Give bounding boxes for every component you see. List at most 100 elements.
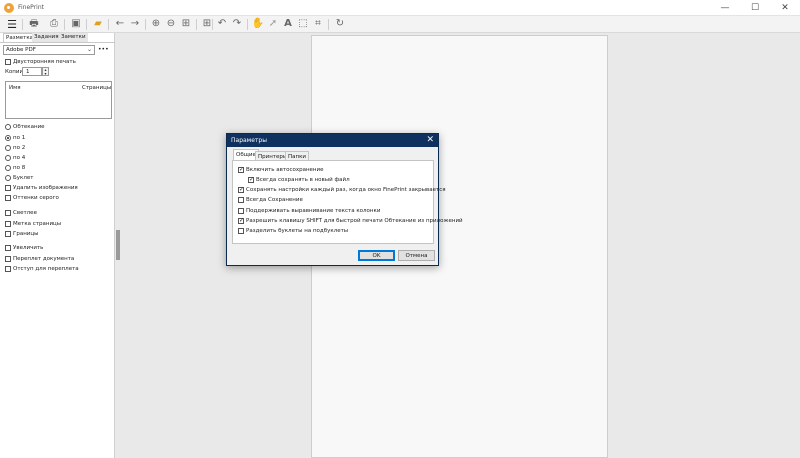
always-new-file-label: Всегда сохранять в новый файл: [256, 177, 350, 183]
toolbar-separator: [145, 19, 146, 30]
print-preview-icon[interactable]: ⎙: [47, 17, 61, 31]
column-alignment-label: Поддерживать выравнивание текста колонки: [246, 208, 381, 214]
crop-icon[interactable]: ⌗: [311, 17, 325, 31]
toolbar-separator: [196, 19, 197, 30]
close-window-button[interactable]: ✕: [770, 0, 800, 16]
always-new-file-checkbox[interactable]: [248, 176, 254, 183]
zoom-in-icon[interactable]: ⊕: [149, 17, 163, 31]
undo-icon[interactable]: ↶: [215, 17, 229, 31]
tab-jobs[interactable]: Задания: [32, 33, 61, 42]
split-booklets-label: Разделить буклеты на подбуклеты: [246, 228, 349, 234]
duplex-checkbox[interactable]: [5, 59, 11, 65]
fineprint-logo-icon: [4, 3, 14, 13]
layout-label-4up: по 4: [13, 155, 26, 161]
open-folder-icon[interactable]: ▰: [91, 17, 105, 31]
toolbar: ☰ 🖶 ⎙ ▣ ▰ ← → ⊕ ⊖ ⊞ ⊞ ↶ ↷ ✋ ➚ A ⬚ ⌗ ↻: [0, 16, 800, 33]
borders-label: Границы: [13, 231, 39, 237]
settings-panel: Разметка Задания Заметки Adobe PDF ⌄ •••…: [0, 33, 115, 458]
autosave-label: Включить автосохранение: [246, 167, 324, 173]
lighter-label: Светлее: [13, 210, 37, 216]
tab-notes[interactable]: Заметки: [59, 33, 88, 42]
layout-label-8up: по 8: [13, 165, 26, 171]
toolbar-separator: [328, 19, 329, 30]
redo-icon[interactable]: ↷: [230, 17, 244, 31]
jobs-list[interactable]: Имя Страницы: [5, 81, 112, 119]
toolbar-separator: [64, 19, 65, 30]
jobs-column-name: Имя: [9, 85, 21, 91]
layout-label-booklet: Буклет: [13, 175, 34, 181]
grayscale-label: Оттенки серого: [13, 195, 59, 201]
layout-radio-2up[interactable]: [5, 145, 11, 151]
jobs-column-pages: Страницы: [82, 85, 112, 91]
panel-splitter-handle[interactable]: [116, 230, 120, 260]
toolbar-separator: [108, 19, 109, 30]
page-label-checkbox[interactable]: [5, 221, 11, 227]
enlarge-checkbox[interactable]: [5, 245, 11, 251]
borders-checkbox[interactable]: [5, 231, 11, 237]
layout-radio-wrap[interactable]: [5, 124, 11, 130]
window-title: FinePrint: [18, 4, 44, 11]
layout-label-1up: по 1: [13, 135, 26, 141]
maximize-button[interactable]: ☐: [740, 0, 770, 16]
grayscale-checkbox[interactable]: [5, 195, 11, 201]
save-icon[interactable]: ▣: [69, 17, 83, 31]
printer-select-value: Adobe PDF: [6, 47, 36, 53]
page-label-label: Метка страницы: [13, 221, 62, 227]
enlarge-label: Увеличить: [13, 245, 44, 251]
always-save-label: Всегда Сохранение: [246, 197, 303, 203]
arrow-right-icon[interactable]: →: [128, 17, 142, 31]
copies-value: 1: [26, 69, 30, 75]
gutter-label: Отступ для переплета: [13, 266, 79, 272]
layout-radio-8up[interactable]: [5, 165, 11, 171]
hand-icon[interactable]: ✋: [251, 17, 265, 31]
dialog-title-bar: Параметры ✕: [227, 134, 438, 147]
chevron-down-icon: ⌄: [86, 46, 92, 53]
gutter-checkbox[interactable]: [5, 266, 11, 272]
layout-label-2up: по 2: [13, 145, 26, 151]
binding-label: Переплет документа: [13, 256, 75, 262]
printer-select[interactable]: Adobe PDF ⌄: [3, 45, 95, 55]
save-settings-on-close-label: Сохранять настройки каждый раз, когда ок…: [246, 187, 446, 193]
refresh-icon[interactable]: ↻: [333, 17, 347, 31]
fit-page-icon[interactable]: ⊞: [179, 17, 193, 31]
remove-images-label: Удалить изображения: [13, 185, 78, 191]
menu-icon[interactable]: ☰: [5, 17, 19, 31]
shift-quick-print-label: Разрешить клавишу SHIFT для быстрой печа…: [246, 218, 463, 224]
copies-input[interactable]: 1: [22, 67, 42, 76]
layout-radio-booklet[interactable]: [5, 175, 11, 181]
toolbar-separator: [86, 19, 87, 30]
arrow-left-icon[interactable]: ←: [113, 17, 127, 31]
shift-quick-print-checkbox[interactable]: [238, 217, 244, 224]
toolbar-separator: [247, 19, 248, 30]
autosave-checkbox[interactable]: [238, 166, 244, 173]
split-booklets-checkbox[interactable]: [238, 228, 244, 234]
always-save-checkbox[interactable]: [238, 197, 244, 203]
column-alignment-checkbox[interactable]: [238, 208, 244, 214]
options-dialog: Параметры ✕ Общие Принтеры Папки Включит…: [226, 133, 463, 266]
toolbar-separator: [212, 19, 213, 30]
tab-divider: [0, 42, 115, 43]
save-settings-on-close-checkbox[interactable]: [238, 186, 244, 193]
layout-label-wrap: Обтекание: [13, 124, 45, 130]
printer-icon[interactable]: 🖶: [27, 17, 41, 31]
dialog-title: Параметры: [231, 137, 267, 144]
pointer-icon[interactable]: ➚: [266, 17, 280, 31]
copies-stepper[interactable]: ▴ ▾: [42, 67, 49, 76]
cancel-button[interactable]: Отмена: [398, 250, 435, 261]
lighter-checkbox[interactable]: [5, 210, 11, 216]
layout-radio-1up[interactable]: [5, 135, 11, 141]
general-options-panel: Включить автосохранение Всегда сохранять…: [232, 160, 463, 244]
printer-more-button[interactable]: •••: [98, 46, 109, 53]
close-icon[interactable]: ✕: [426, 135, 434, 145]
title-bar: FinePrint — ☐ ✕: [0, 0, 800, 16]
text-icon[interactable]: A: [281, 17, 295, 31]
duplex-label: Двусторонняя печать: [13, 59, 76, 65]
ok-button[interactable]: OK: [358, 250, 395, 261]
minimize-button[interactable]: —: [710, 0, 740, 16]
select-rect-icon[interactable]: ⬚: [296, 17, 310, 31]
binding-checkbox[interactable]: [5, 256, 11, 262]
zoom-out-icon[interactable]: ⊖: [164, 17, 178, 31]
toolbar-separator: [22, 19, 23, 30]
layout-radio-4up[interactable]: [5, 155, 11, 161]
remove-images-checkbox[interactable]: [5, 185, 11, 191]
